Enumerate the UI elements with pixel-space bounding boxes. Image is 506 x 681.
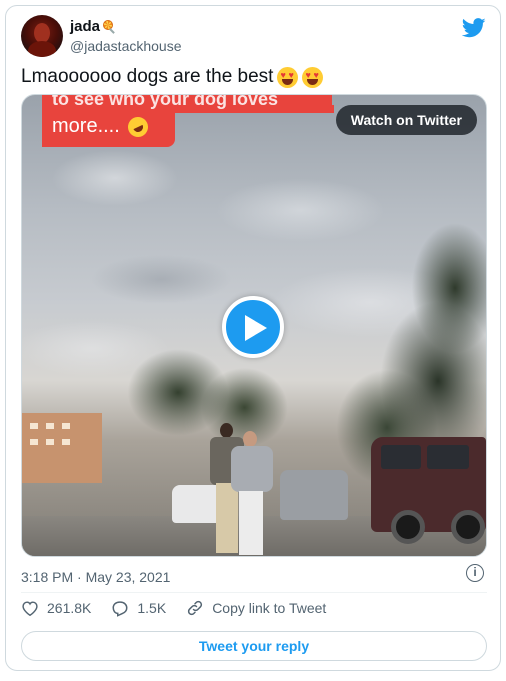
- tweet-timestamp[interactable]: 3:18 PM · May 23, 2021: [21, 569, 170, 585]
- copy-link-label: Copy link to Tweet: [212, 600, 327, 616]
- play-button[interactable]: [222, 296, 284, 358]
- copy-link-action[interactable]: Copy link to Tweet: [186, 599, 326, 617]
- lollipop-emoji-icon: [103, 20, 116, 34]
- video-caption-text: more....: [52, 115, 120, 137]
- video-caption: more....: [52, 113, 152, 140]
- video-caption-top: to see who your dog loves: [52, 94, 279, 109]
- reply-count: 1.5K: [137, 600, 167, 616]
- tweet-body: Lmaoooooo dogs are the best: [21, 66, 274, 87]
- heart-eyes-emoji-icon: ♥ ♥: [302, 66, 324, 88]
- author-name-row[interactable]: jada: [70, 18, 116, 35]
- reply-action[interactable]: 1.5K: [111, 600, 166, 617]
- link-icon: [188, 600, 203, 616]
- twitter-bird-icon[interactable]: [462, 18, 486, 38]
- comment-icon: [112, 600, 128, 617]
- like-action[interactable]: 261.8K: [21, 600, 91, 616]
- tweet-actions: 261.8K 1.5K Copy link to Tweet: [21, 599, 346, 617]
- video-media[interactable]: to see who your dog loves more.... Watch…: [21, 94, 487, 557]
- video-frame-person: [227, 431, 277, 555]
- rofl-emoji-icon: [124, 113, 152, 140]
- watch-on-twitter-button[interactable]: Watch on Twitter: [335, 105, 477, 135]
- play-icon: [245, 315, 267, 341]
- avatar[interactable]: [21, 15, 63, 57]
- like-count: 261.8K: [47, 600, 92, 616]
- heart-eyes-emoji-icon: ♥ ♥: [277, 66, 299, 88]
- tweet-your-reply-button[interactable]: Tweet your reply: [21, 631, 487, 661]
- video-frame-car: [371, 437, 486, 544]
- video-frame-building: [22, 413, 102, 483]
- display-name[interactable]: jada: [70, 18, 100, 35]
- heart-icon: [22, 601, 38, 616]
- tweet-text: Lmaoooooo dogs are the best ♥ ♥ ♥ ♥: [21, 66, 324, 88]
- tweet-card: jada @jadastackhouse Lmaoooooo dogs are …: [5, 5, 501, 671]
- info-icon[interactable]: i: [466, 564, 484, 582]
- video-frame-car: [280, 470, 348, 520]
- divider: [21, 592, 487, 593]
- user-handle[interactable]: @jadastackhouse: [70, 38, 182, 54]
